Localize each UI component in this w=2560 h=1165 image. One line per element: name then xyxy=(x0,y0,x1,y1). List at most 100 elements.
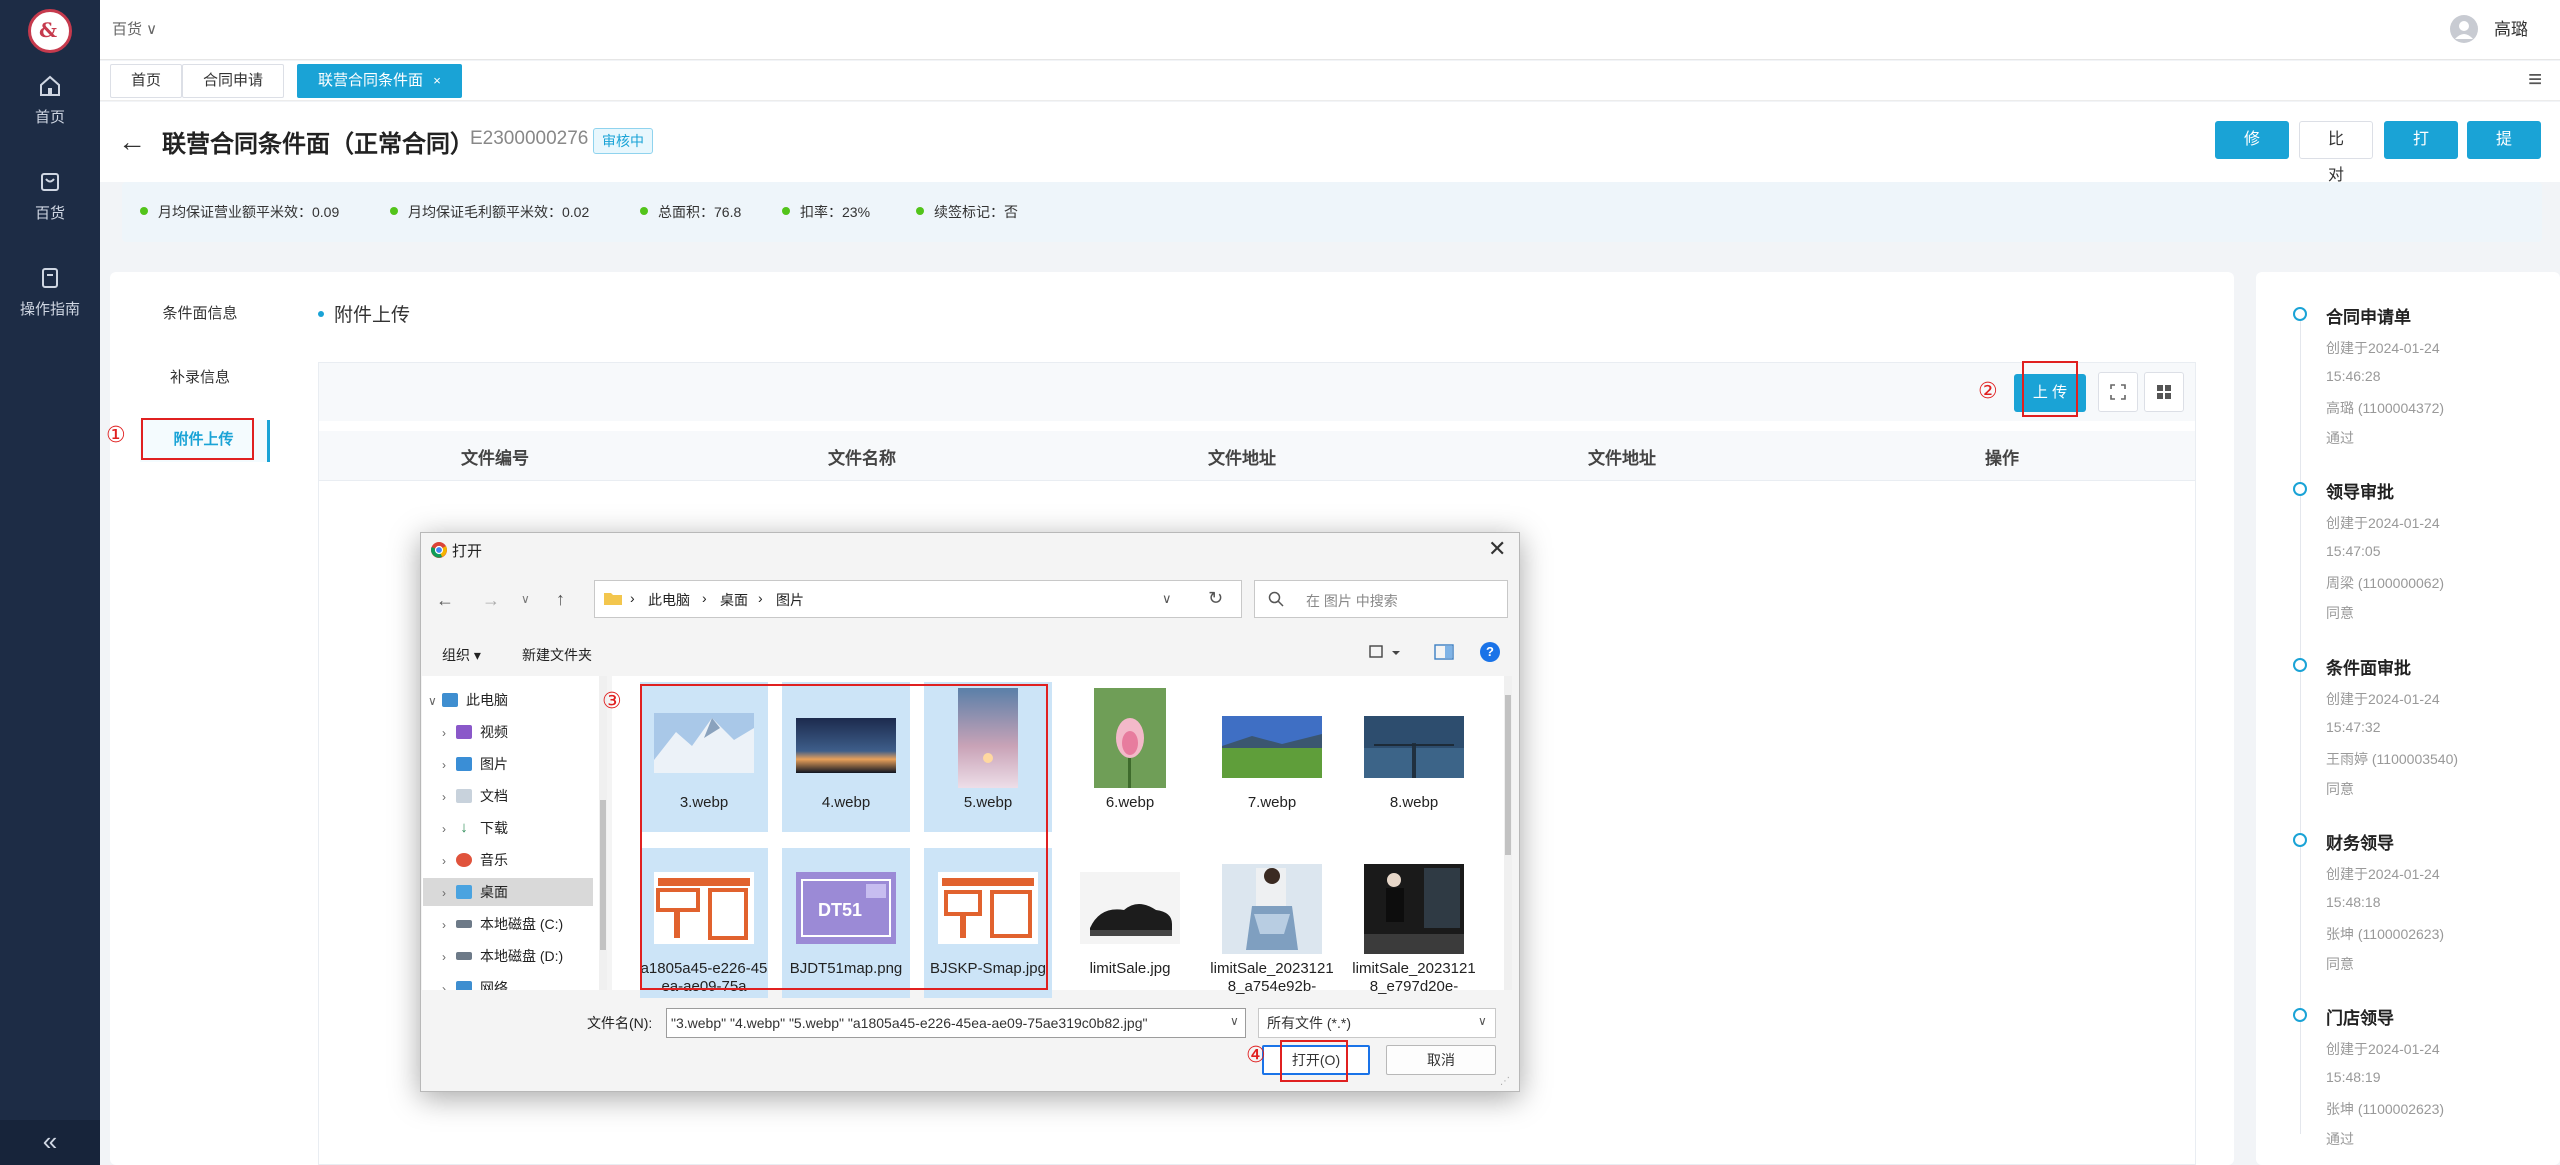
resize-grip[interactable]: ⋰ xyxy=(1500,1076,1510,1087)
tree-label: 本地磁盘 (C:) xyxy=(480,916,564,932)
timeline-person: 张坤 (1100002623) xyxy=(2326,926,2445,942)
guide-icon xyxy=(42,268,58,288)
sidebar-item-home[interactable]: 首页 xyxy=(0,74,100,154)
tree-item-drive-c[interactable]: › 本地磁盘 (C:) xyxy=(442,914,563,934)
sidebar-item-store[interactable]: 百货 xyxy=(0,170,100,250)
tree-item-videos[interactable]: › 视频 xyxy=(442,722,508,742)
file-item[interactable]: 6.webp xyxy=(1066,682,1194,832)
layout-toggle-button[interactable] xyxy=(2144,372,2184,412)
annotation-number: ③ xyxy=(602,688,622,713)
tree-label: 网络 xyxy=(480,980,508,990)
column-header: 文件名称 xyxy=(828,449,896,468)
timeline-result: 同意 xyxy=(2326,956,2354,972)
tree-item-this-pc[interactable]: ∨ 此电脑 xyxy=(428,690,508,710)
timeline-title: 门店领导 xyxy=(2326,1009,2394,1028)
view-options-icon[interactable] xyxy=(1368,643,1402,661)
nav-back-icon[interactable]: ← xyxy=(436,590,454,611)
tab-home[interactable]: 首页 xyxy=(110,64,183,98)
tab-label: 合同申请 xyxy=(203,72,264,89)
refresh-icon[interactable]: ↻ xyxy=(1208,588,1223,609)
breadcrumb-sep: › xyxy=(758,590,763,606)
file-item[interactable]: 8.webp xyxy=(1350,682,1478,832)
file-item[interactable]: limitSale_20231218_a754e92b- xyxy=(1208,848,1336,998)
edit-button[interactable]: 修 改 xyxy=(2215,121,2289,184)
tree-item-downloads[interactable]: › ↓ 下载 xyxy=(442,818,508,838)
close-tab-icon[interactable]: × xyxy=(433,73,441,88)
nav-forward-icon[interactable]: → xyxy=(482,590,500,611)
tree-label: 下载 xyxy=(480,820,508,836)
subnav-supplement-info[interactable]: 补录信息 xyxy=(140,366,260,387)
filetype-select[interactable]: 所有文件 (*.*) xyxy=(1258,1008,1496,1038)
breadcrumb-item[interactable]: 桌面 xyxy=(720,590,748,610)
stat-item: 月均保证营业额平米效：0.09 xyxy=(140,202,339,222)
recent-locations-icon[interactable]: ∨ xyxy=(521,592,530,606)
print-button[interactable]: 打 印 xyxy=(2384,121,2458,184)
tree-item-drive-d[interactable]: › 本地磁盘 (D:) xyxy=(442,946,563,966)
new-folder-button[interactable]: 新建文件夹 xyxy=(522,645,592,665)
compare-button[interactable]: 比 对 xyxy=(2299,121,2373,184)
cancel-button[interactable]: 取消 xyxy=(1386,1045,1496,1075)
timeline-created: 创建于2024-01-24 xyxy=(2326,515,2440,531)
file-item[interactable]: limitSale.jpg xyxy=(1066,848,1194,998)
sidebar-item-guide[interactable]: 操作指南 xyxy=(0,266,100,346)
tree-item-music[interactable]: › 音乐 xyxy=(442,850,508,870)
annotation-box xyxy=(2022,361,2078,417)
user-icon xyxy=(2455,21,2473,39)
tree-item-desktop[interactable]: › 桌面 xyxy=(442,882,508,902)
section-title: 附件上传 xyxy=(318,300,410,327)
address-bar[interactable] xyxy=(594,580,1242,618)
fullscreen-button[interactable] xyxy=(2098,372,2138,412)
file-name: limitSale.jpg xyxy=(1089,960,1171,977)
preview-pane-icon[interactable] xyxy=(1434,643,1454,661)
file-item[interactable]: limitSale_20231218_e797d20e- xyxy=(1350,848,1478,998)
close-icon[interactable]: ✕ xyxy=(1488,536,1506,562)
timeline-person: 张坤 (1100002623) xyxy=(2326,1101,2445,1117)
image-thumbnail xyxy=(1364,716,1464,778)
breadcrumb-item[interactable]: 此电脑 xyxy=(648,590,690,610)
image-thumbnail xyxy=(1094,688,1166,788)
file-name: 7.webp xyxy=(1247,794,1297,811)
help-icon[interactable]: ? xyxy=(1480,642,1500,662)
filename-input[interactable]: "3.webp" "4.webp" "5.webp" "a1805a45-e22… xyxy=(666,1008,1246,1038)
back-arrow-icon[interactable]: ← xyxy=(118,126,146,158)
tree-item-documents[interactable]: › 文档 xyxy=(442,786,508,806)
file-name: limitSale_20231218_a754e92b- xyxy=(1210,960,1334,995)
stat-item: 总面积：76.8 xyxy=(640,202,741,222)
folder-icon xyxy=(604,591,622,605)
tab-contract-conditions[interactable]: 联营合同条件面 × xyxy=(297,64,462,98)
tree-scrollbar-thumb[interactable] xyxy=(600,800,606,950)
stat-item: 续签标记：否 xyxy=(916,202,1018,222)
collapse-sidebar-button[interactable]: « xyxy=(0,1120,100,1165)
menu-icon[interactable]: ≡ xyxy=(2528,66,2542,94)
filename-dropdown-icon[interactable]: ∨ xyxy=(1230,1014,1239,1028)
timeline-person: 周梁 (1100000062) xyxy=(2326,575,2445,591)
subnav-condition-info[interactable]: 条件面信息 xyxy=(140,302,260,323)
breadcrumb-sep: › xyxy=(702,590,707,606)
timeline-title: 条件面审批 xyxy=(2326,659,2411,678)
user-avatar[interactable] xyxy=(2450,15,2478,43)
timeline-time: 15:48:19 xyxy=(2326,1069,2381,1085)
tree-item-pictures[interactable]: › 图片 xyxy=(442,754,508,774)
organize-menu[interactable]: 组织 ▾ xyxy=(442,645,481,665)
store-switcher[interactable]: 百货 ∨ xyxy=(112,18,157,39)
address-dropdown-icon[interactable]: ∨ xyxy=(1162,591,1172,607)
picture-folder-icon xyxy=(456,757,472,772)
annotation-box xyxy=(640,684,1048,990)
user-name[interactable]: 高璐 xyxy=(2494,15,2528,40)
home-icon xyxy=(40,75,60,96)
submit-button[interactable]: 提 交 xyxy=(2467,121,2541,184)
breadcrumb-item[interactable]: 图片 xyxy=(776,590,804,610)
column-header: 文件地址 xyxy=(1588,449,1656,468)
grid-icon xyxy=(2157,385,2171,399)
tab-contract-apply[interactable]: 合同申请 xyxy=(182,64,285,98)
file-name: 8.webp xyxy=(1389,794,1439,811)
file-item[interactable]: 7.webp xyxy=(1208,682,1336,832)
file-name: limitSale_20231218_e797d20e- xyxy=(1352,960,1476,995)
brand-logo: & xyxy=(28,9,72,53)
nav-up-icon[interactable]: ↑ xyxy=(556,589,565,610)
page-title: 联营合同条件面（正常合同） xyxy=(162,131,474,158)
store-icon xyxy=(41,173,59,191)
files-scrollbar-thumb[interactable] xyxy=(1505,695,1511,855)
filetype-dropdown-icon[interactable]: ∨ xyxy=(1478,1014,1487,1028)
tree-item-network[interactable]: › 网络 xyxy=(442,978,508,990)
